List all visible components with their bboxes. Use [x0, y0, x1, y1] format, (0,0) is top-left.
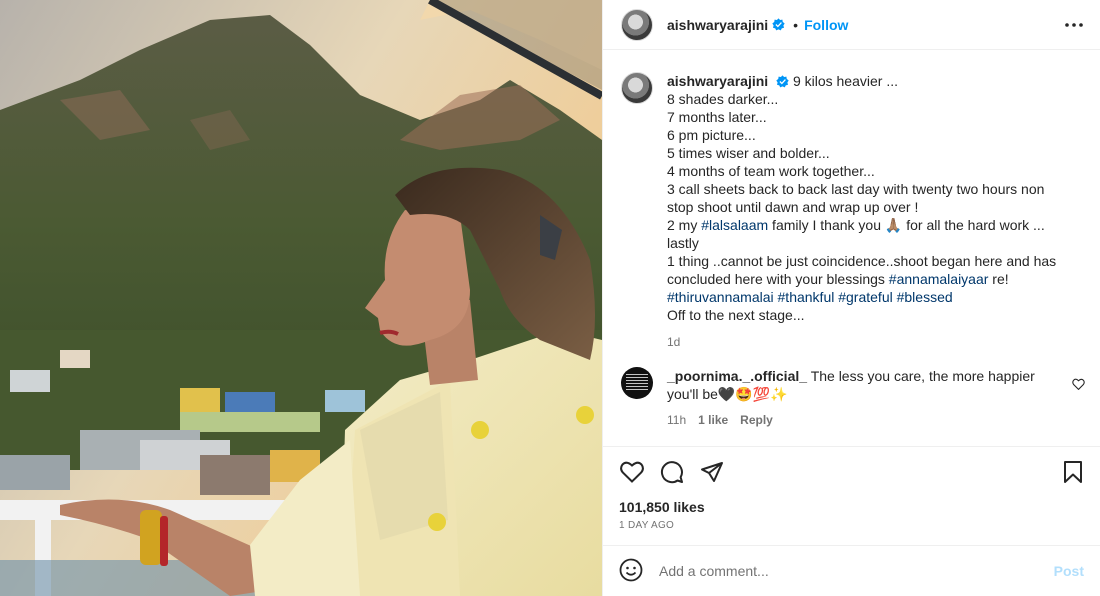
hashtag-link[interactable]: #blessed [897, 289, 953, 305]
photo-illustration [0, 0, 602, 596]
caption-line: 5 times wiser and bolder... [667, 145, 830, 161]
caption-line: 6 pm picture... [667, 127, 756, 143]
comment-text: _poornima._.official_ The less you care,… [667, 367, 1057, 429]
comment-time[interactable]: 11h [667, 411, 686, 429]
comment-like-heart-icon[interactable] [1072, 377, 1086, 391]
caption-line: Off to the next stage... [667, 307, 805, 323]
post-side-panel: aishwaryarajini • Follow aishwaryarajini… [602, 0, 1100, 596]
hashtag-link[interactable]: #grateful [838, 289, 892, 305]
comments-section[interactable]: aishwaryarajini 9 kilos heavier ... 8 sh… [603, 56, 1100, 441]
post-actions: 101,850 likes 1 DAY AGO [603, 446, 1100, 531]
post-photo[interactable] [0, 0, 602, 596]
caption-line: lastly [667, 235, 699, 251]
more-options-icon[interactable] [1062, 13, 1086, 37]
hashtag-link[interactable]: #annamalaiyaar [889, 271, 989, 287]
caption-line: 8 shades darker... [667, 91, 779, 107]
action-icons [619, 457, 1086, 487]
hashtag-link[interactable]: #thiruvannamalai [667, 289, 774, 305]
reply-button[interactable]: Reply [740, 411, 773, 429]
author-username[interactable]: aishwaryarajini [667, 17, 768, 33]
caption-line: 4 months of team work together... [667, 163, 875, 179]
instagram-post: aishwaryarajini • Follow aishwaryarajini… [0, 0, 1100, 596]
comment-icon[interactable] [659, 459, 685, 485]
hashtag-link[interactable]: #thankful [778, 289, 835, 305]
share-icon[interactable] [699, 459, 725, 485]
verified-badge-icon [776, 75, 789, 88]
caption-avatar[interactable] [621, 72, 653, 104]
verified-badge-icon [772, 18, 785, 31]
header-separator: • [793, 16, 799, 33]
follow-button[interactable]: Follow [804, 17, 848, 33]
caption-text-segment: re! [988, 271, 1009, 287]
caption-text: aishwaryarajini 9 kilos heavier ... 8 sh… [667, 72, 1059, 351]
caption-line: 3 call sheets back to back last day with… [667, 181, 1045, 215]
bookmark-icon[interactable] [1060, 459, 1086, 485]
commenter-username[interactable]: _poornima._.official_ [667, 368, 807, 384]
caption-username[interactable]: aishwaryarajini [667, 73, 768, 89]
post-timestamp[interactable]: 1 DAY AGO [619, 520, 1086, 531]
add-comment-bar: Post [603, 545, 1100, 596]
caption-line-thanks: 2 my #lalsalaam family I thank you 🙏🏽 fo… [667, 216, 1059, 234]
likes-count[interactable]: 101,850 likes [619, 499, 1086, 515]
caption-text-segment: 2 my [667, 217, 702, 233]
caption-hashtags: #thiruvannamalai #thankful #grateful #bl… [667, 288, 1059, 306]
comment-input[interactable] [659, 563, 1019, 579]
emoji-icon[interactable] [619, 558, 645, 584]
caption-line: 9 kilos heavier ... [792, 73, 899, 89]
comment-item: _poornima._.official_ The less you care,… [621, 367, 1086, 429]
author-avatar[interactable] [621, 8, 653, 41]
post-comment-button[interactable]: Post [1054, 563, 1084, 579]
commenter-avatar[interactable] [621, 367, 653, 399]
hashtag-link[interactable]: #lalsalaam [701, 217, 768, 233]
post-header: aishwaryarajini • Follow [603, 0, 1100, 50]
heart-icon[interactable] [619, 459, 645, 485]
comment-meta: 11h 1 like Reply [667, 411, 1057, 429]
caption-text-segment: family I thank you 🙏🏽 for all the hard w… [768, 217, 1045, 233]
caption-line-blessings: 1 thing ..cannot be just coincidence..sh… [667, 252, 1059, 288]
caption: aishwaryarajini 9 kilos heavier ... 8 sh… [621, 72, 1086, 351]
comment-likes[interactable]: 1 like [698, 411, 728, 429]
caption-line: 7 months later... [667, 109, 767, 125]
caption-timestamp[interactable]: 1d [667, 333, 1059, 351]
